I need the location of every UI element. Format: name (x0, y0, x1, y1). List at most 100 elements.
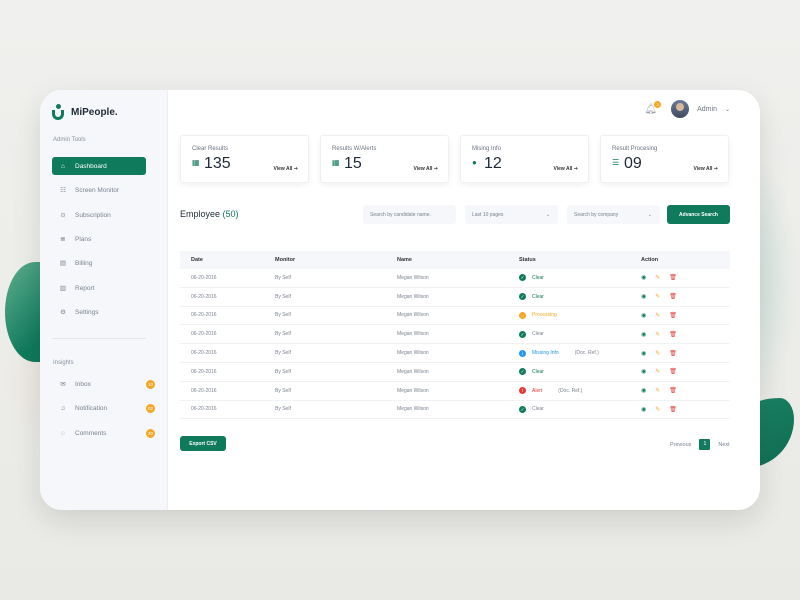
cell-date: 06-20-2016 (191, 368, 217, 375)
view-icon[interactable]: ◉ (641, 406, 646, 413)
sidebar-item-label: Plans (75, 235, 92, 243)
view-icon[interactable]: ◉ (641, 312, 646, 319)
delete-icon[interactable]: 🗑︎ (669, 387, 677, 394)
sidebar-item-label: Inbox (75, 380, 91, 388)
table-row: 06-20-2016 By Self Megan Wilson ✓ Clear ◉ ✎ 🗑︎ (180, 401, 730, 420)
logo-mark-icon (52, 104, 66, 120)
edit-icon[interactable]: ✎ (655, 406, 660, 413)
info-icon: ● (472, 158, 477, 167)
edit-icon[interactable]: ✎ (655, 368, 660, 375)
view-icon[interactable]: ◉ (641, 387, 646, 394)
table-row: 06-20-2016 By Self Megan Wilson i Missing In… (180, 344, 730, 363)
delete-icon[interactable]: 🗑︎ (669, 350, 677, 357)
sidebar-item-inbox[interactable]: ✉ Inbox (52, 375, 146, 393)
next-page-button[interactable]: Next (718, 442, 729, 448)
delete-icon[interactable]: 🗑︎ (669, 406, 677, 413)
sidebar-item-dashboard[interactable]: ⌂ Dashboard (52, 157, 146, 175)
employee-table: Date Monitor Name Status Action 06-20-20… (180, 251, 730, 420)
doc-ref-label[interactable]: (Doc. Ref.) (558, 388, 582, 394)
sidebar-item-label: Report (75, 284, 95, 292)
delete-icon[interactable]: 🗑︎ (669, 368, 677, 375)
card-value: 15 (344, 155, 362, 172)
cell-monitor: By Self (275, 387, 291, 394)
plans-icon: ≣ (60, 236, 66, 243)
edit-icon[interactable]: ✎ (655, 331, 660, 338)
page-number-current[interactable]: 1 (699, 439, 711, 450)
status-label: Clear (532, 406, 544, 413)
cell-name: Megan Wilson (397, 387, 429, 394)
sidebar-item-comments[interactable]: ◌ Comments (52, 424, 146, 442)
cell-name: Megan Wilson (397, 331, 429, 338)
edit-icon[interactable]: ✎ (655, 312, 660, 319)
sidebar-item-label: Subscription (75, 211, 111, 219)
header-date[interactable]: Date (180, 257, 275, 263)
advance-search-button[interactable]: Advance Search (667, 205, 730, 224)
sidebar-item-settings[interactable]: ⚙ Settings (52, 303, 146, 321)
sidebar-item-screen-monitor[interactable]: ☷ Screen Monitor (52, 181, 146, 199)
cell-monitor: By Self (275, 331, 291, 338)
sidebar-item-notification[interactable]: ♫ Notification (52, 399, 146, 417)
previous-page-button[interactable]: Previous (670, 442, 691, 448)
card-title: Clear Results (192, 146, 229, 152)
document-icon: ▦ (332, 158, 340, 167)
edit-icon[interactable]: ✎ (655, 350, 660, 357)
cell-status: ◌ Processing (519, 311, 641, 319)
sidebar-item-subscription[interactable]: ⊙ Subscription (52, 206, 146, 224)
logo[interactable]: MiPeople. (52, 104, 118, 120)
cell-actions: ◉ ✎ 🗑︎ (641, 368, 730, 375)
document-icon: ▦ (192, 158, 200, 167)
arrow-right-icon: ➔ (713, 166, 718, 172)
header-status[interactable]: Status (519, 257, 641, 263)
table-header: Date Monitor Name Status Action (180, 251, 730, 269)
delete-icon[interactable]: 🗑︎ (669, 312, 677, 319)
card-title: Results W/Alerts (332, 146, 377, 152)
view-all-link[interactable]: View All ➔ (694, 166, 719, 172)
inbox-icon: ✉ (60, 381, 66, 388)
status-label: Clear (532, 293, 544, 300)
user-name: Admin (697, 105, 717, 113)
doc-ref-label[interactable]: (Doc. Ref.) (575, 350, 599, 356)
sidebar-item-report[interactable]: ▥ Report (52, 279, 146, 297)
company-filter-select[interactable]: Search by company ⌄ (567, 205, 660, 224)
cell-date: 06-20-2016 (191, 350, 217, 357)
card-missing-info: Mising Info ● 12 View All ➔ (460, 135, 589, 183)
notification-bell[interactable]: 🔔︎ 2 (644, 100, 662, 115)
delete-icon[interactable]: 🗑︎ (669, 293, 677, 300)
export-csv-button[interactable]: Export CSV (180, 436, 226, 451)
view-icon[interactable]: ◉ (641, 368, 646, 375)
cell-actions: ◉ ✎ 🗑︎ (641, 406, 730, 413)
pages-filter-value: Last 10 pages (472, 211, 504, 218)
view-all-link[interactable]: View All ➔ (274, 166, 299, 172)
view-icon[interactable]: ◉ (641, 293, 646, 300)
pages-filter-select[interactable]: Last 10 pages ⌄ (465, 205, 558, 224)
status-label: Clear (532, 274, 544, 281)
user-menu[interactable]: Admin ⌄ (671, 100, 730, 118)
cell-status: ! Alert (Doc. Ref.) (519, 387, 641, 395)
edit-icon[interactable]: ✎ (655, 293, 660, 300)
spinner-icon: ◌ (519, 311, 526, 319)
header-name[interactable]: Name (397, 257, 519, 263)
candidate-search-input[interactable]: Search by candidate name. (363, 205, 456, 224)
card-result-processing: Result Procesing ☰ 09 View All ➔ (600, 135, 729, 183)
view-all-link[interactable]: View All ➔ (554, 166, 579, 172)
cell-monitor: By Self (275, 312, 291, 319)
view-icon[interactable]: ◉ (641, 350, 646, 357)
edit-icon[interactable]: ✎ (655, 274, 660, 281)
view-icon[interactable]: ◉ (641, 274, 646, 281)
sidebar-item-billing[interactable]: ▤ Billing (52, 254, 146, 272)
delete-icon[interactable]: 🗑︎ (669, 331, 677, 338)
status-label: Processing (532, 312, 557, 319)
view-all-link[interactable]: View All ➔ (414, 166, 439, 172)
table-body: 06-20-2016 By Self Megan Wilson ✓ Clear ◉ ✎ 🗑︎ 0… (180, 269, 730, 420)
edit-icon[interactable]: ✎ (655, 387, 660, 394)
sidebar-item-plans[interactable]: ≣ Plans (52, 230, 146, 248)
check-circle-icon: ✓ (519, 293, 526, 301)
cell-monitor: By Self (275, 368, 291, 375)
cell-status: ✓ Clear (519, 274, 641, 282)
header-monitor[interactable]: Monitor (275, 257, 397, 263)
info-icon: i (519, 349, 526, 357)
cell-name: Megan Wilson (397, 368, 429, 375)
delete-icon[interactable]: 🗑︎ (669, 274, 677, 281)
cell-date: 06-20-2016 (191, 274, 217, 281)
view-icon[interactable]: ◉ (641, 331, 646, 338)
